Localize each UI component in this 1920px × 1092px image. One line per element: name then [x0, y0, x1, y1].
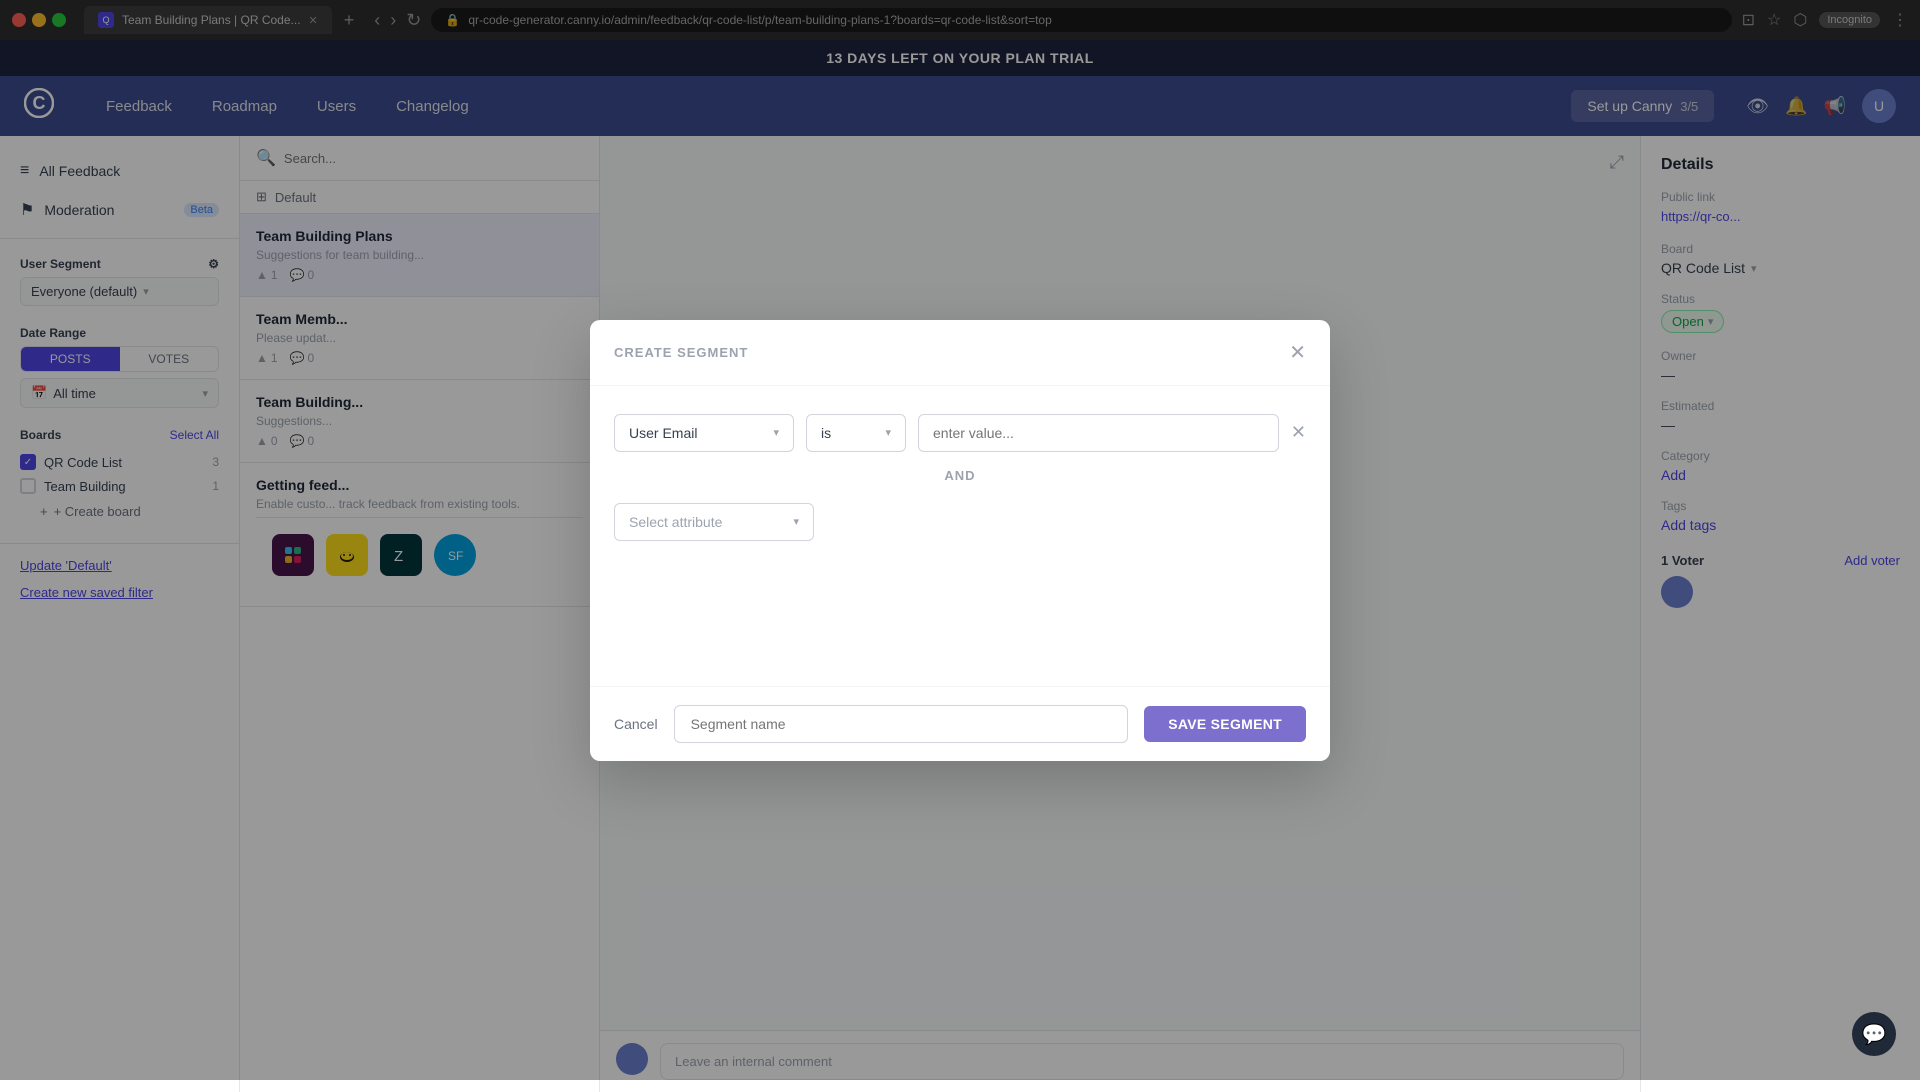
- attribute-select-2[interactable]: Select attribute ▾: [614, 503, 814, 541]
- modal-body: User Email ▾ is ▾ ✕ AND Select attribute…: [590, 386, 1330, 686]
- modal-close-button[interactable]: ✕: [1289, 340, 1306, 365]
- operator-select[interactable]: is ▾: [806, 414, 906, 452]
- modal-header: CREATE SEGMENT ✕: [590, 320, 1330, 386]
- segment-row-2: Select attribute ▾: [614, 503, 1306, 541]
- segment-name-input[interactable]: [674, 705, 1129, 743]
- and-divider: AND: [614, 468, 1306, 483]
- attribute-chevron-icon: ▾: [773, 426, 779, 439]
- cancel-button[interactable]: Cancel: [614, 716, 658, 732]
- chat-widget[interactable]: 💬: [1852, 1012, 1896, 1056]
- chat-icon: 💬: [1862, 1022, 1887, 1047]
- attribute-placeholder-2: Select attribute: [629, 514, 722, 530]
- value-input[interactable]: [918, 414, 1279, 452]
- save-segment-button[interactable]: SAVE SEGMENT: [1144, 706, 1306, 742]
- attribute-label: User Email: [629, 425, 697, 441]
- operator-label: is: [821, 425, 831, 441]
- attribute-select[interactable]: User Email ▾: [614, 414, 794, 452]
- operator-chevron-icon: ▾: [885, 426, 891, 439]
- modal-overlay[interactable]: CREATE SEGMENT ✕ User Email ▾ is ▾ ✕ AND: [0, 0, 1920, 1080]
- attribute-2-chevron-icon: ▾: [793, 515, 799, 528]
- modal-title: CREATE SEGMENT: [614, 345, 748, 360]
- row1-close-button[interactable]: ✕: [1291, 422, 1306, 443]
- create-segment-modal: CREATE SEGMENT ✕ User Email ▾ is ▾ ✕ AND: [590, 320, 1330, 761]
- segment-row-1: User Email ▾ is ▾ ✕: [614, 414, 1306, 452]
- modal-footer: Cancel SAVE SEGMENT: [590, 686, 1330, 761]
